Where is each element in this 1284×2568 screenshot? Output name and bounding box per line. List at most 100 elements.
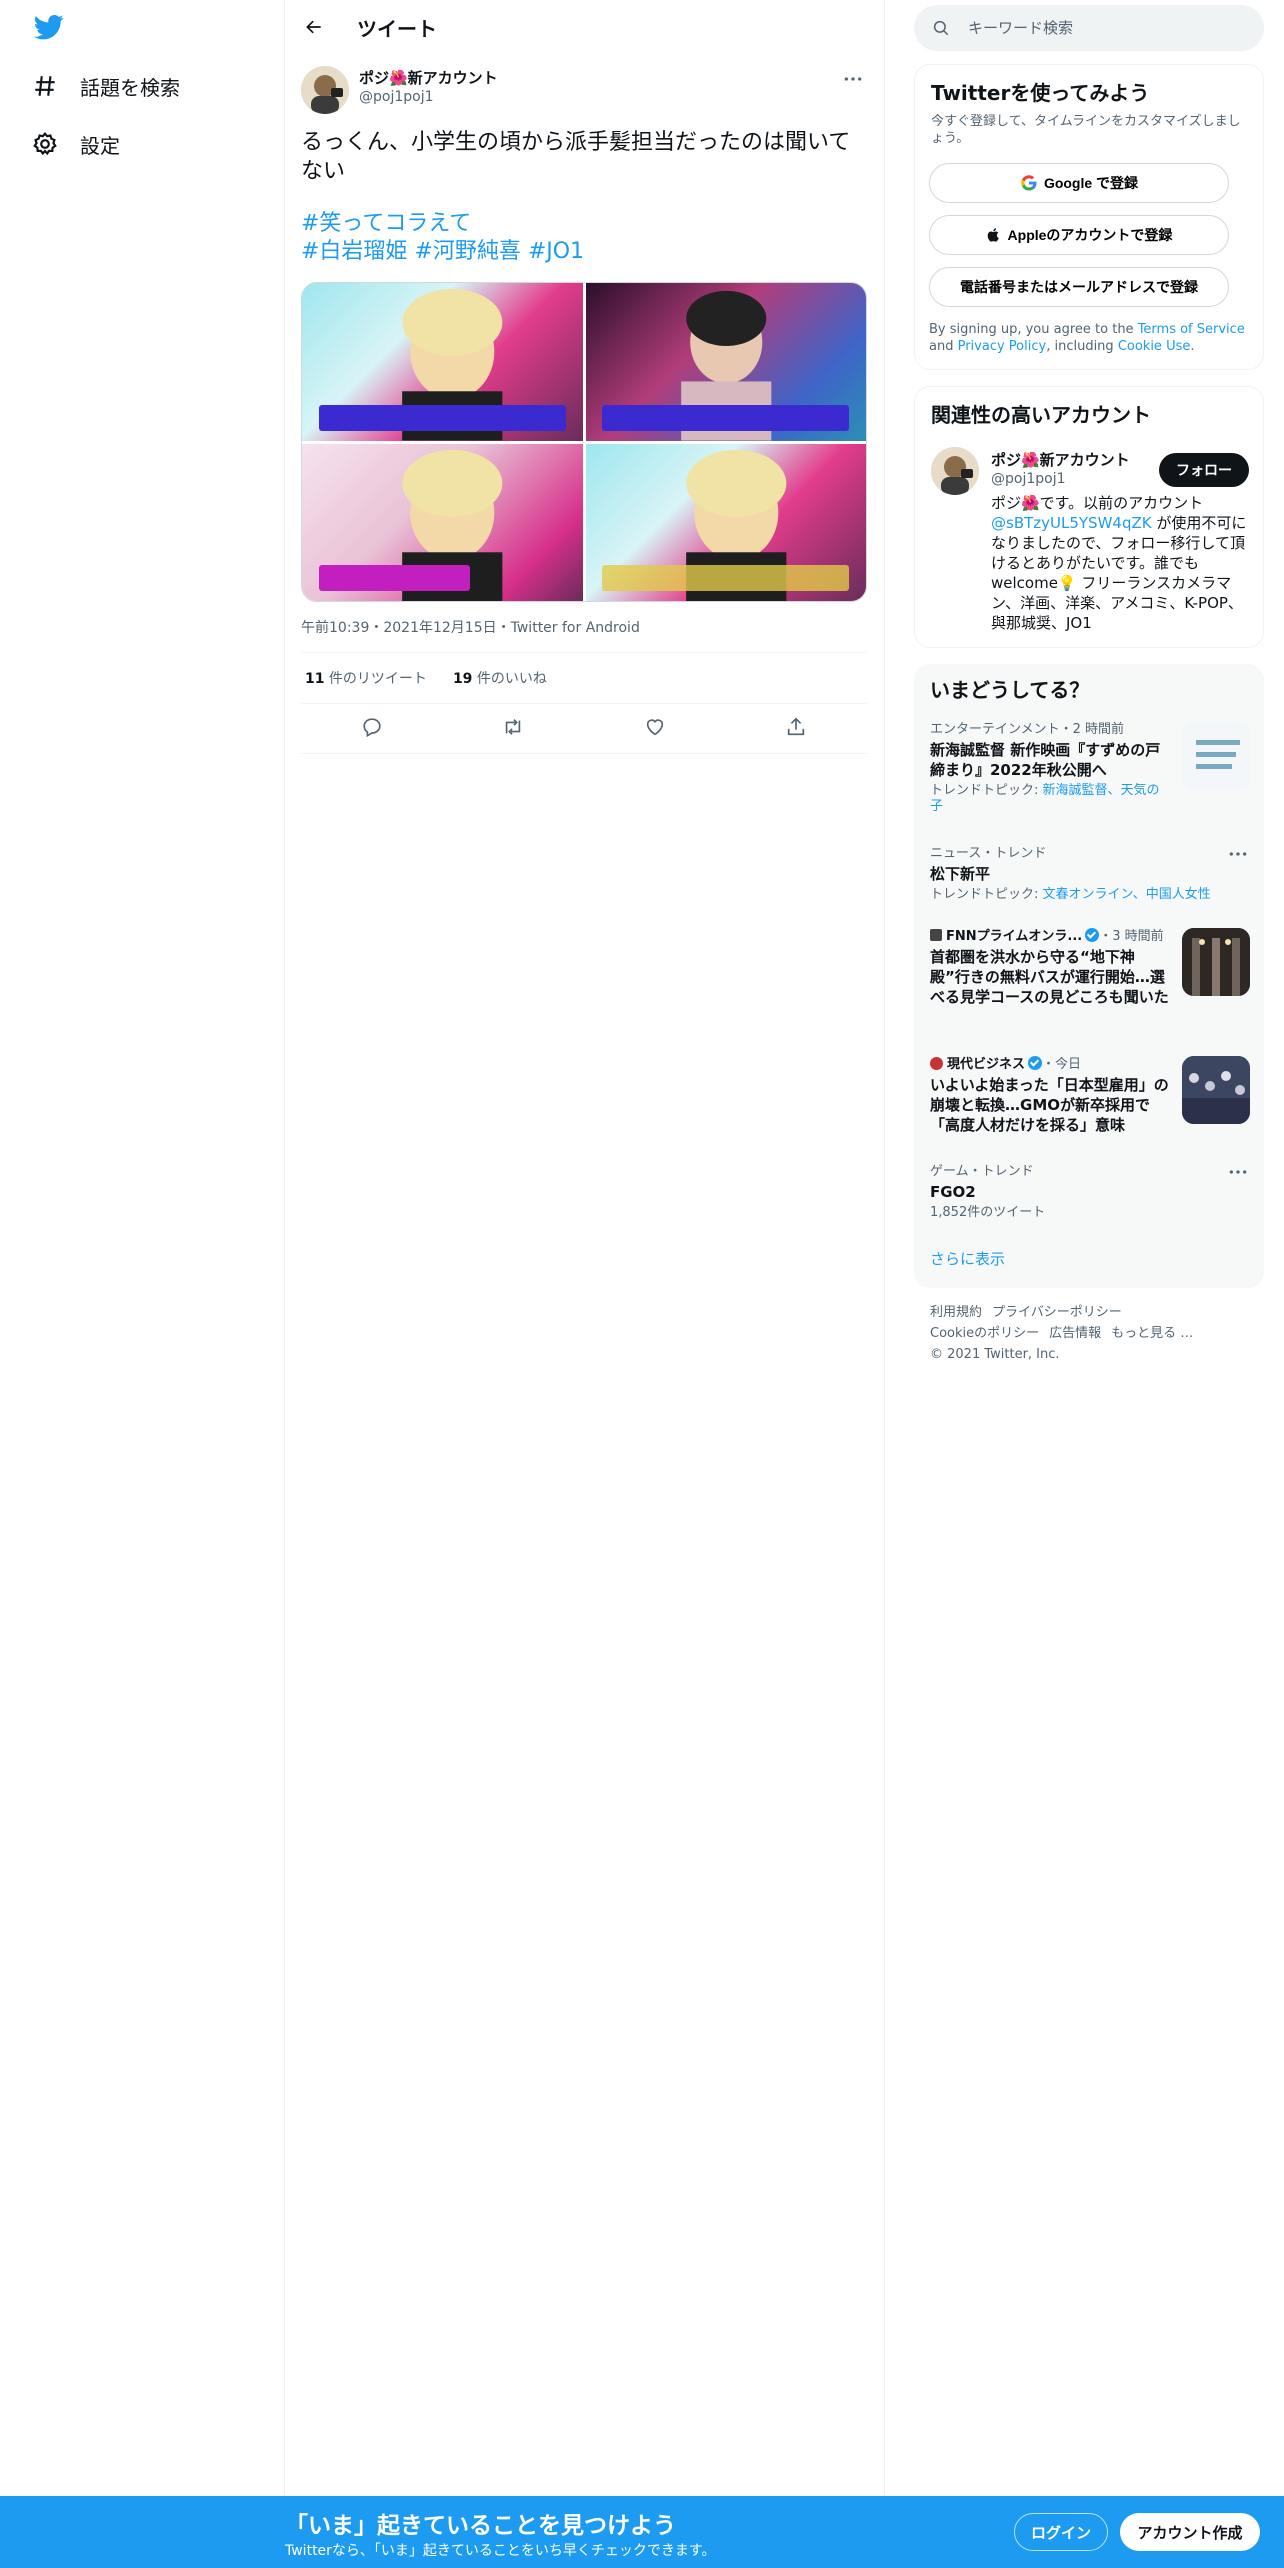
relevant-account-handle[interactable]: @poj1poj1: [991, 471, 1066, 487]
show-more-link[interactable]: さらに表示: [930, 1248, 1005, 1269]
tweet-date[interactable]: 2021年12月15日: [383, 620, 496, 636]
trend-item[interactable]: 現代ビジネス ・今日 いよいよ始まった「日本型雇用」の崩壊と転換…GMOが新卒採用…: [930, 1056, 1250, 1135]
tweet-time[interactable]: 午前10:39: [301, 620, 369, 636]
like-button[interactable]: [644, 716, 666, 741]
privacy-policy-link[interactable]: Privacy Policy: [958, 339, 1047, 354]
author-avatar[interactable]: [301, 66, 349, 114]
trend-thumbnail-image: [1182, 722, 1250, 790]
likes-count: 19: [452, 671, 473, 687]
nav-settings[interactable]: 設定: [32, 122, 120, 166]
tweet-source: Twitter for Android: [510, 620, 640, 636]
terms-text: .: [1190, 339, 1195, 354]
main-column: ツイート ポジ🌺新アカウント @poj1poj1 るっくん、小学生の頃から派手髪…: [285, 0, 885, 2500]
search-box[interactable]: [914, 5, 1264, 51]
footer-link-more[interactable]: もっと見る …: [1111, 1326, 1193, 1341]
trend-source: 現代ビジネス ・今日: [930, 1056, 1170, 1073]
author-handle[interactable]: @poj1poj1: [359, 89, 434, 105]
trend-item[interactable]: FNNプライムオンラ... ・3 時間前 首都圏を洪水から守る“地下神殿”行きの無…: [930, 928, 1250, 1007]
avatar-image: [931, 447, 979, 495]
hashtag-link[interactable]: #JO1: [528, 239, 584, 264]
create-account-button[interactable]: アカウント作成: [1120, 2513, 1260, 2551]
bottom-bar-title: 「いま」起きていることを見つけよう: [285, 2513, 676, 2539]
retweets-stat[interactable]: 11 件のリツイート: [305, 668, 427, 688]
tweet-photo[interactable]: [302, 283, 583, 441]
hashtag-link[interactable]: #河野純喜: [414, 239, 520, 264]
google-signup-button[interactable]: Google で登録: [929, 163, 1229, 203]
trend-source-name: 現代ビジネス: [947, 1057, 1026, 1072]
trend-topics-prefix: トレンドトピック:: [930, 783, 1043, 798]
gear-icon: [33, 132, 57, 156]
trend-time: ・今日: [1042, 1057, 1082, 1072]
trend-topics: トレンドトピック: 文春オンライン、中国人女性: [930, 887, 1250, 903]
tweet-photo[interactable]: [585, 443, 866, 601]
trends-title: いまどうしてる？: [930, 678, 1090, 702]
nav-explore[interactable]: 話題を検索: [32, 64, 180, 108]
reply-button[interactable]: [361, 716, 383, 741]
footer-link-privacy[interactable]: プライバシーポリシー: [992, 1305, 1122, 1320]
trend-item[interactable]: ゲーム・トレンド FGO2 1,852件のツイート: [930, 1164, 1250, 1221]
share-button[interactable]: [785, 716, 807, 741]
signup-card-title: Twitterを使ってみよう: [931, 81, 1150, 105]
trend-topic-links[interactable]: 文春オンライン、中国人女性: [1043, 887, 1211, 902]
bio-text: ポジ🌺です。以前のアカウント: [991, 494, 1204, 512]
follow-button[interactable]: フォロー: [1159, 453, 1249, 487]
hashtag-link[interactable]: #笑ってコラえて: [301, 211, 471, 236]
terms-text: By signing up, you agree to the: [929, 322, 1138, 337]
footer-link-cookie[interactable]: Cookieのポリシー: [930, 1326, 1039, 1341]
relevant-account-bio: ポジ🌺です。以前のアカウント @sBTzyUL5YSW4qZK が使用不可になりま…: [991, 493, 1253, 633]
more-dots-icon[interactable]: [1228, 846, 1248, 862]
trend-name: FGO2: [930, 1183, 976, 1201]
trend-name: 新海誠監督 新作映画『すずめの戸締まり』2022年秋公開へ: [930, 741, 1161, 779]
cookie-use-link[interactable]: Cookie Use: [1118, 339, 1191, 354]
trend-thumbnail-image: [1182, 1056, 1250, 1124]
tweet-photo[interactable]: [302, 443, 583, 601]
relevant-account-name[interactable]: ポジ🌺新アカウント: [991, 449, 1130, 470]
search-icon: [933, 20, 949, 36]
trend-thumbnail: [1182, 722, 1250, 790]
trend-item[interactable]: エンターテインメント・2 時間前 新海誠監督 新作映画『すずめの戸締まり』202…: [930, 722, 1250, 815]
relevant-account-avatar[interactable]: [931, 447, 979, 495]
tweet-stats: 11 件のリツイート 19 件のいいね: [301, 652, 867, 704]
login-button[interactable]: ログイン: [1014, 2513, 1108, 2551]
retweet-icon: [506, 719, 521, 735]
signup-card-subtitle: 今すぐ登録して、タイムラインをカスタマイズしましょう。: [931, 114, 1241, 146]
apple-signup-button[interactable]: Appleのアカウントで登録: [929, 215, 1229, 255]
page-title: ツイート: [357, 17, 437, 41]
twitter-bird-icon: [33, 15, 64, 40]
trend-thumbnail: [1182, 928, 1250, 996]
terms-of-service-link[interactable]: Terms of Service: [1138, 322, 1245, 337]
trend-context: ニュース・トレンド: [930, 846, 1047, 861]
fnn-logo-icon: [930, 929, 942, 941]
relevant-accounts-title: 関連性の高いアカウント: [931, 403, 1151, 427]
trend-context: エンターテインメント・2 時間前: [930, 722, 1125, 737]
avatar-image: [301, 66, 349, 114]
tweet-photo[interactable]: [585, 283, 866, 441]
retweet-button[interactable]: [502, 716, 524, 741]
footer-copyright: © 2021 Twitter, Inc.: [930, 1347, 1060, 1362]
apple-icon: [987, 228, 999, 242]
trend-item[interactable]: ニュース・トレンド 松下新平 トレンドトピック: 文春オンライン、中国人女性: [930, 846, 1250, 903]
verified-badge-icon: [1028, 1056, 1043, 1070]
phone-email-signup-button[interactable]: 電話番号またはメールアドレスで登録: [929, 267, 1229, 307]
back-button[interactable]: [297, 10, 331, 44]
footer-link-ads[interactable]: 広告情報: [1049, 1326, 1101, 1341]
trend-tweet-count: 1,852件のツイート: [930, 1205, 1046, 1220]
phone-email-signup-label: 電話番号またはメールアドレスで登録: [960, 279, 1198, 295]
google-signup-label: Google で登録: [1043, 175, 1139, 191]
twitter-logo-link[interactable]: [32, 12, 72, 46]
more-options-button[interactable]: [841, 68, 865, 88]
arrow-left-icon: [306, 20, 321, 34]
footer-links: 利用規約 プライバシーポリシー Cookieのポリシー 広告情報 もっと見る … © …: [930, 1302, 1250, 1365]
tweet-media-grid: [301, 282, 867, 602]
search-input[interactable]: [968, 19, 1228, 37]
retweets-label: 件のリツイート: [324, 671, 427, 687]
hashtag-link[interactable]: #白岩瑠姫: [301, 239, 407, 264]
trends-card: いまどうしてる？ エンターテインメント・2 時間前 新海誠監督 新作映画『すずめ…: [914, 664, 1264, 1288]
author-name[interactable]: ポジ🌺新アカウント: [359, 67, 498, 88]
footer-link-terms[interactable]: 利用規約: [930, 1305, 982, 1320]
bio-mention-link[interactable]: @sBTzyUL5YSW4qZK: [991, 514, 1152, 532]
trend-context: ゲーム・トレンド: [930, 1164, 1034, 1179]
tweet-header: ツイート: [285, 0, 885, 54]
more-dots-icon[interactable]: [1228, 1164, 1248, 1180]
likes-stat[interactable]: 19 件のいいね: [453, 668, 547, 688]
